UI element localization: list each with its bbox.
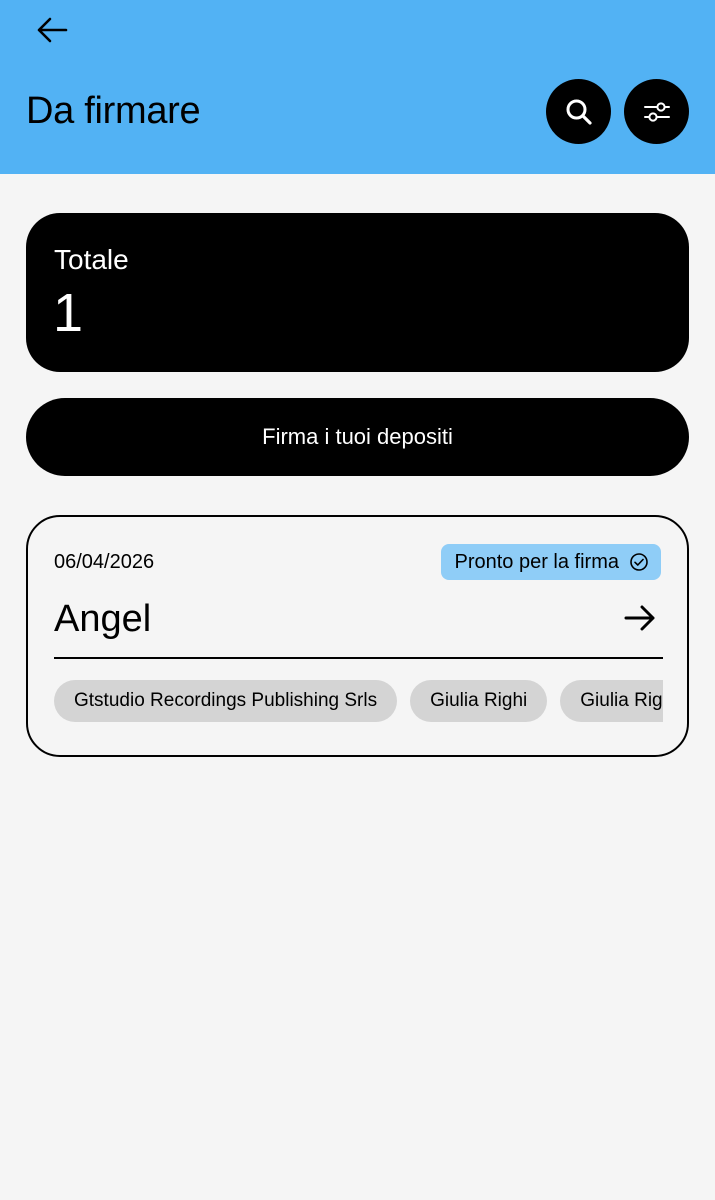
deposit-title: Angel [54,598,152,640]
sliders-icon [643,101,670,122]
search-icon [566,99,592,125]
parties-scroll[interactable]: Gtstudio Recordings Publishing Srls Giul… [54,680,663,724]
check-circle-icon [630,553,648,571]
status-label: Pronto per la firma [454,550,619,573]
deposit-date: 06/04/2026 [54,551,155,573]
arrow-right-icon[interactable] [623,601,657,635]
sign-deposits-button[interactable]: Firma i tuoi depositi [26,398,689,476]
page-title: Da firmare [26,90,201,132]
arrow-left-icon [37,17,68,43]
parties-row: Gtstudio Recordings Publishing Srls Giul… [54,680,663,722]
filter-button[interactable] [624,79,689,144]
card-divider [54,657,663,659]
party-chip: Giulia Righi [410,680,548,722]
status-badge: Pronto per la firma [441,544,661,580]
deposit-card[interactable]: 06/04/2026 Pronto per la firma Angel Gts… [26,515,689,757]
total-summary-card: Totale 1 [26,213,689,372]
search-button[interactable] [546,79,611,144]
app-header: Da firmare [0,0,715,174]
total-count: 1 [53,283,84,343]
back-button[interactable] [30,10,74,50]
total-label: Totale [54,244,129,275]
party-chip: Gtstudio Recordings Publishing Srls [54,680,398,722]
party-chip: Giulia Righi [560,680,663,722]
